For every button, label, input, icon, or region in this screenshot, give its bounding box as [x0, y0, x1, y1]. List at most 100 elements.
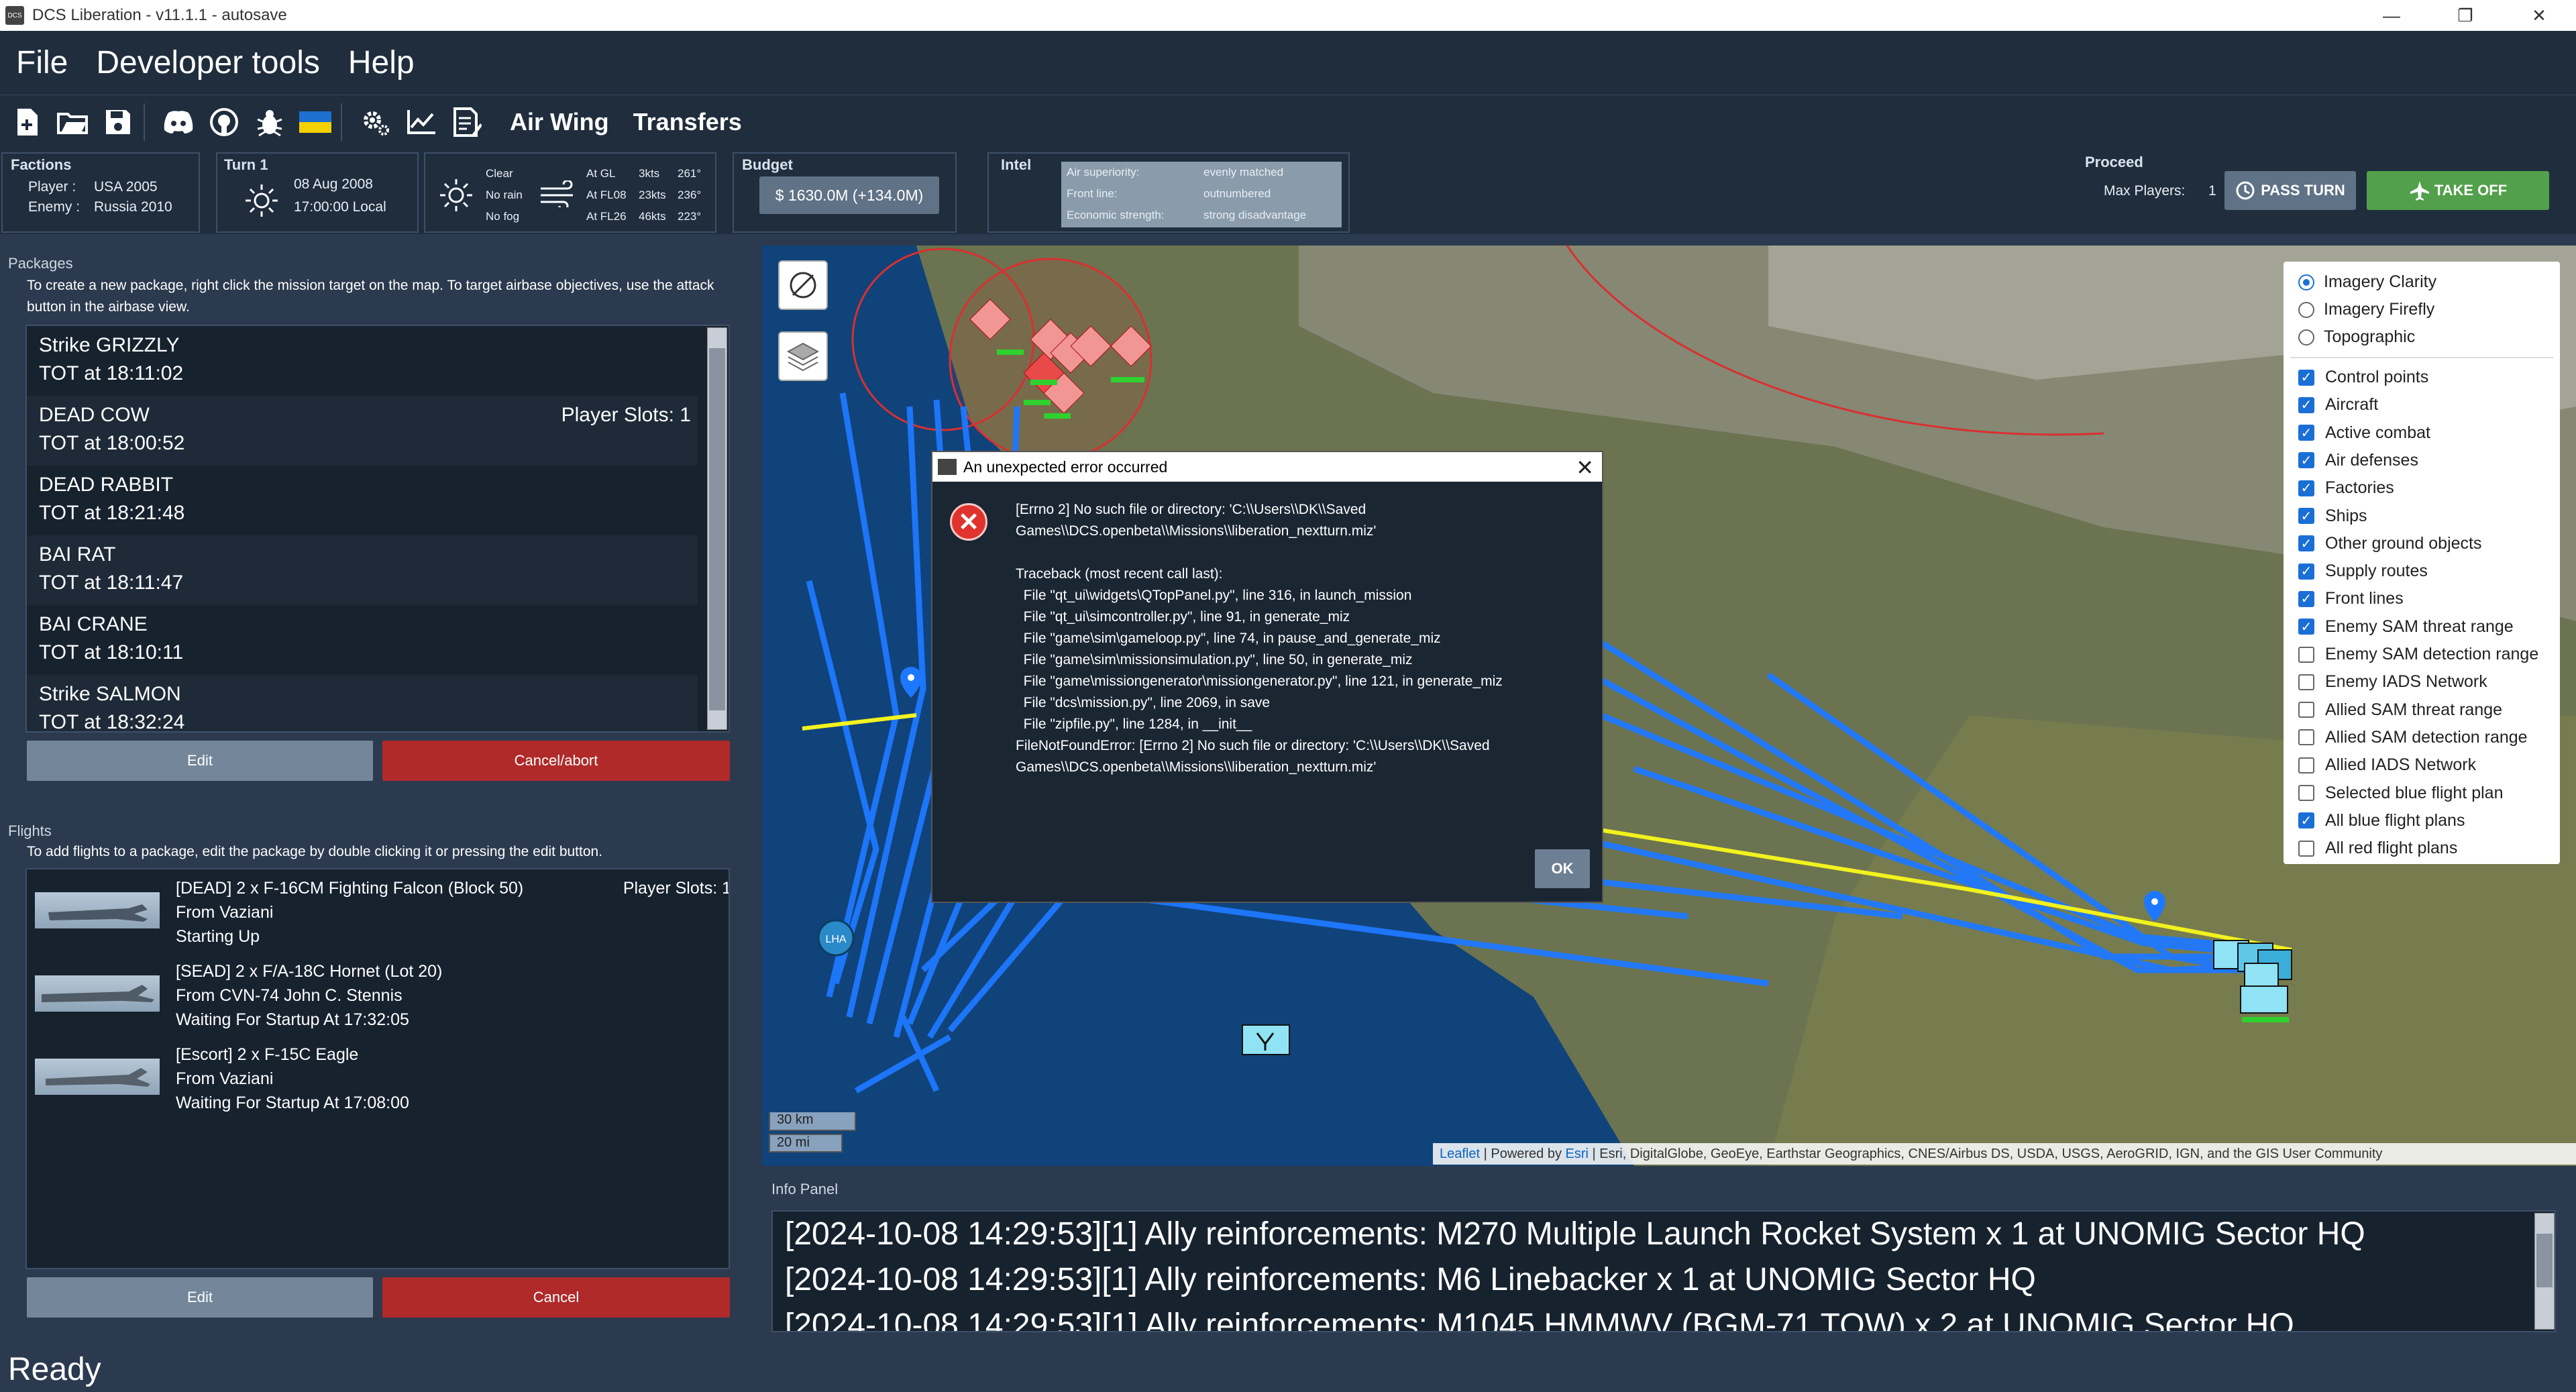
intel-summary[interactable]: Air superiority: evenly matched Front li…: [1061, 162, 1342, 227]
flight-cancel-button[interactable]: Cancel: [382, 1277, 730, 1318]
esri-link[interactable]: Esri: [1566, 1146, 1589, 1161]
checkbox[interactable]: ✓: [2298, 590, 2314, 607]
checkbox[interactable]: ✓: [2298, 619, 2314, 635]
map-layers-button[interactable]: [778, 331, 828, 381]
overlay-layer-option[interactable]: ✓ Front lines: [2298, 589, 2404, 608]
checkbox[interactable]: ✓: [2298, 563, 2314, 580]
overlay-layer-option[interactable]: ✓ All blue flight plans: [2298, 811, 2465, 831]
dialog-title: An unexpected error occurred: [963, 458, 1168, 476]
log-line: [2024-10-08 14:29:53][1] Ally reinforcem…: [785, 1262, 2036, 1297]
checkbox[interactable]: [2298, 646, 2314, 663]
checkbox[interactable]: [2298, 674, 2314, 690]
checkbox[interactable]: ✓: [2298, 425, 2314, 441]
overlay-layer-option[interactable]: ✓ Enemy SAM threat range: [2298, 617, 2514, 637]
discord-icon[interactable]: [160, 103, 197, 141]
flight-edit-button[interactable]: Edit: [27, 1277, 373, 1318]
package-edit-button[interactable]: Edit: [27, 741, 373, 781]
checkbox[interactable]: ✓: [2298, 369, 2314, 386]
info-scroll-thumb[interactable]: [2536, 1234, 2553, 1287]
menu-bar: File Developer tools Help: [0, 31, 2576, 95]
aircraft-thumbnail: [35, 1059, 160, 1095]
error-icon: ✕: [950, 503, 987, 541]
transfers-button[interactable]: Transfers: [633, 108, 742, 136]
overlay-layer-option[interactable]: Enemy SAM detection range: [2298, 645, 2538, 664]
packages-scrollbar[interactable]: [707, 327, 727, 730]
air-wing-button[interactable]: Air Wing: [510, 108, 609, 136]
leaflet-link[interactable]: Leaflet: [1440, 1146, 1480, 1161]
menu-developer-tools[interactable]: Developer tools: [96, 44, 320, 81]
intel-key-2: Economic strength:: [1067, 209, 1165, 221]
overlay-layer-option[interactable]: ✓ Factories: [2298, 478, 2394, 498]
overlay-layer-option[interactable]: Allied IADS Network: [2298, 755, 2476, 775]
checkbox[interactable]: [2298, 729, 2314, 746]
radio-button[interactable]: [2298, 329, 2314, 345]
close-window-button[interactable]: ✕: [2502, 0, 2576, 31]
overlay-layer-option[interactable]: ✓ Aircraft: [2298, 395, 2378, 415]
overlay-layer-option[interactable]: Allied SAM threat range: [2298, 700, 2502, 720]
minimize-button[interactable]: —: [2355, 0, 2428, 31]
dialog-close-button[interactable]: ✕: [1576, 455, 1594, 480]
package-row[interactable]: Strike GRIZZLY TOT at 18:11:02: [27, 326, 698, 396]
dialog-ok-button[interactable]: OK: [1535, 849, 1590, 888]
base-layer-option[interactable]: Topographic: [2298, 327, 2415, 347]
overlay-layer-option[interactable]: All red flight plans: [2298, 839, 2457, 858]
notes-icon[interactable]: [448, 103, 486, 141]
package-row[interactable]: BAI CRANE TOT at 18:10:11: [27, 605, 698, 675]
maximize-button[interactable]: ❐: [2428, 0, 2502, 31]
overlay-layer-option[interactable]: ✓ Active combat: [2298, 423, 2430, 443]
github-icon[interactable]: [205, 103, 243, 141]
package-tot: TOT at 18:32:24: [39, 711, 185, 733]
intel-val-0: evenly matched: [1203, 166, 1284, 178]
package-row[interactable]: DEAD RABBIT TOT at 18:21:48: [27, 466, 698, 535]
packages-title: Packages: [8, 255, 73, 272]
checkbox[interactable]: ✓: [2298, 480, 2314, 496]
pass-turn-button[interactable]: PASS TURN: [2224, 171, 2356, 210]
ukraine-flag-icon[interactable]: [297, 103, 334, 141]
overlay-layer-label: All blue flight plans: [2325, 810, 2465, 830]
weather-rain: No rain: [486, 189, 523, 201]
overlay-layer-option[interactable]: Enemy IADS Network: [2298, 672, 2487, 692]
settings-icon[interactable]: [357, 103, 394, 141]
save-icon[interactable]: [99, 103, 137, 141]
base-layer-option[interactable]: Imagery Firefly: [2298, 300, 2434, 319]
take-off-button[interactable]: TAKE OFF: [2367, 171, 2549, 210]
overlay-layer-option[interactable]: ✓ Control points: [2298, 368, 2428, 387]
overlay-layer-option[interactable]: Selected blue flight plan: [2298, 784, 2503, 803]
base-layer-label: Topographic: [2324, 327, 2416, 346]
new-file-icon[interactable]: [8, 103, 46, 141]
radio-button[interactable]: [2298, 274, 2314, 290]
overlay-layer-option[interactable]: Allied SAM detection range: [2298, 728, 2528, 747]
overlay-layer-option[interactable]: ✓ Other ground objects: [2298, 534, 2481, 553]
checkbox[interactable]: ✓: [2298, 452, 2314, 469]
radio-button[interactable]: [2298, 301, 2314, 318]
checkbox[interactable]: [2298, 785, 2314, 801]
map-ruler-button[interactable]: [778, 260, 828, 310]
budget-button[interactable]: $ 1630.0M (+134.0M): [759, 176, 939, 214]
open-folder-icon[interactable]: [54, 103, 91, 141]
overlay-layer-option[interactable]: ✓ Supply routes: [2298, 561, 2428, 581]
overlay-layer-option[interactable]: ✓ Ships: [2298, 506, 2367, 526]
flight-row[interactable]: [DEAD] 2 x F-16CM Fighting Falcon (Block…: [27, 872, 729, 955]
checkbox[interactable]: ✓: [2298, 508, 2314, 524]
checkbox[interactable]: [2298, 840, 2314, 857]
menu-file[interactable]: File: [16, 44, 68, 81]
checkbox[interactable]: [2298, 757, 2314, 773]
package-row[interactable]: Strike SALMON TOT at 18:32:24: [27, 675, 698, 733]
checkbox[interactable]: [2298, 702, 2314, 718]
checkbox[interactable]: ✓: [2298, 535, 2314, 552]
menu-help[interactable]: Help: [348, 44, 415, 81]
stats-chart-icon[interactable]: [402, 103, 440, 141]
flight-origin: From Vaziani: [176, 903, 274, 922]
flight-row[interactable]: [Escort] 2 x F-15C Eagle From Vaziani Wa…: [27, 1038, 729, 1122]
info-scrollbar[interactable]: [2534, 1213, 2555, 1330]
checkbox[interactable]: ✓: [2298, 396, 2314, 413]
flight-row[interactable]: [SEAD] 2 x F/A-18C Hornet (Lot 20) From …: [27, 955, 729, 1038]
package-row[interactable]: BAI RAT TOT at 18:11:47: [27, 535, 698, 605]
checkbox[interactable]: ✓: [2298, 812, 2314, 829]
package-row[interactable]: DEAD COW TOT at 18:00:52 Player Slots: 1: [27, 396, 698, 466]
package-cancel-button[interactable]: Cancel/abort: [382, 741, 730, 781]
bug-icon[interactable]: [251, 103, 288, 141]
packages-scroll-thumb[interactable]: [709, 348, 725, 710]
base-layer-option[interactable]: Imagery Clarity: [2298, 272, 2436, 292]
overlay-layer-option[interactable]: ✓ Air defenses: [2298, 451, 2418, 470]
